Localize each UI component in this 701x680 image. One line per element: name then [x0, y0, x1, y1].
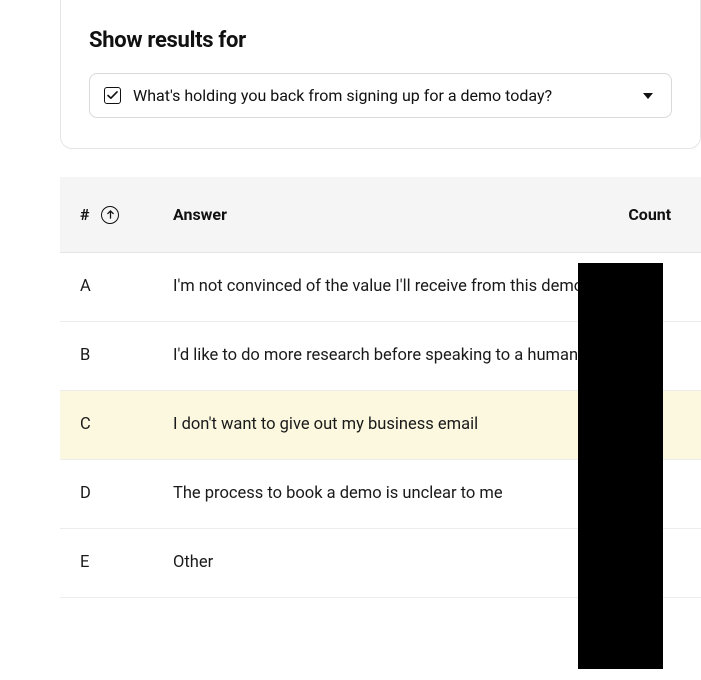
row-answer: I don't want to give out my business ema…	[155, 390, 610, 459]
row-letter: C	[60, 390, 155, 459]
table-header-row: # Answer Count	[60, 177, 701, 253]
question-dropdown[interactable]: What's holding you back from signing up …	[89, 73, 672, 118]
column-header-answer[interactable]: Answer	[155, 177, 610, 253]
filter-title: Show results for	[89, 28, 672, 53]
row-answer: The process to book a demo is unclear to…	[155, 459, 610, 528]
row-answer: I'd like to do more research before spea…	[155, 321, 610, 390]
row-letter: E	[60, 528, 155, 597]
column-header-hash-label: #	[80, 205, 89, 224]
sort-ascending-icon	[101, 206, 119, 224]
column-header-count[interactable]: Count	[610, 177, 701, 253]
row-letter: A	[60, 253, 155, 322]
filter-card: Show results for What's holding you back…	[60, 0, 701, 149]
row-letter: D	[60, 459, 155, 528]
caret-down-icon	[643, 93, 653, 99]
dropdown-selected-text: What's holding you back from signing up …	[133, 86, 631, 105]
row-answer: Other	[155, 528, 610, 597]
column-header-index[interactable]: #	[60, 177, 155, 253]
row-answer: I'm not convinced of the value I'll rece…	[155, 253, 610, 322]
checkbox-checked-icon	[104, 87, 121, 104]
redacted-region	[578, 263, 663, 669]
row-letter: B	[60, 321, 155, 390]
